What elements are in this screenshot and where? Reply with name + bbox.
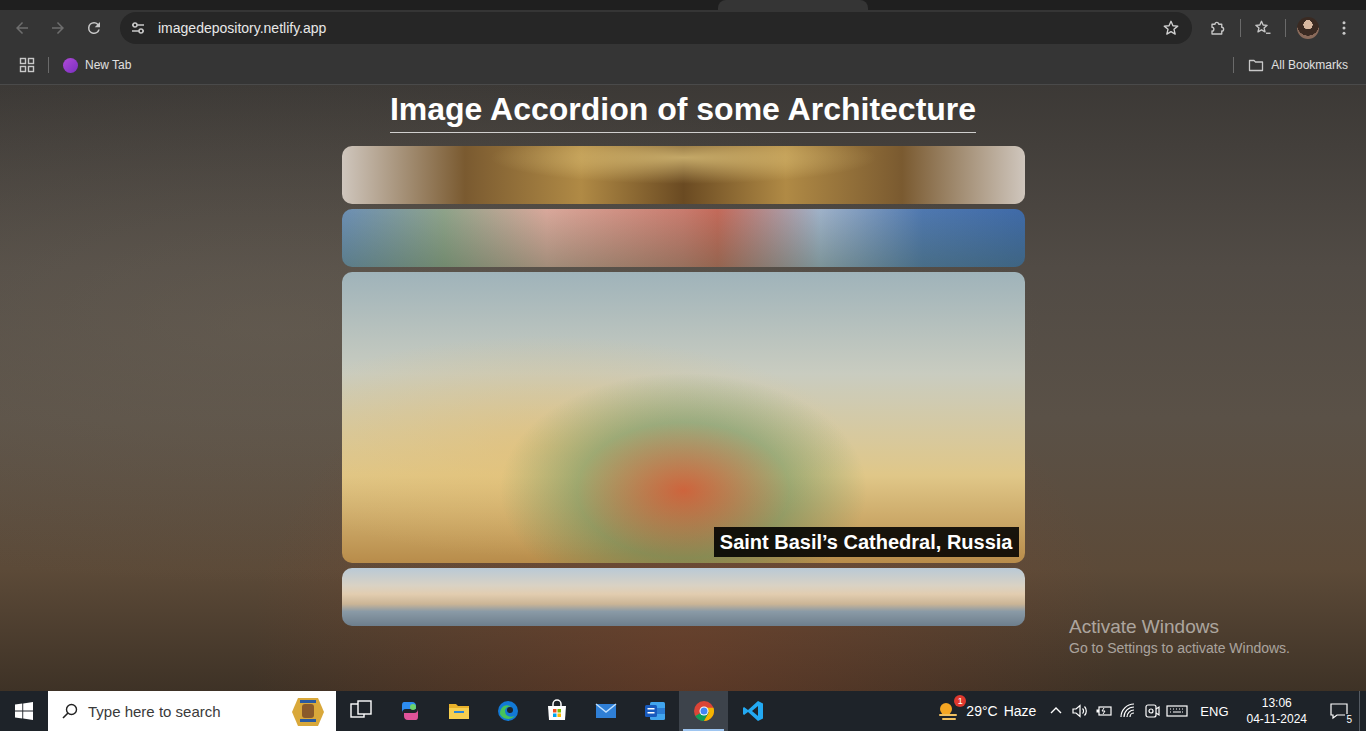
- reload-button[interactable]: [76, 12, 112, 44]
- input-language[interactable]: ENG: [1190, 691, 1238, 731]
- network-button[interactable]: [1116, 691, 1140, 731]
- chevron-up-icon: [1049, 704, 1063, 718]
- forward-arrow-icon: [49, 19, 67, 37]
- accordion-panel[interactable]: [342, 568, 1025, 626]
- windows-logo-icon: [15, 702, 33, 720]
- chrome-icon: [692, 699, 716, 723]
- taskbar-app[interactable]: [728, 691, 777, 731]
- watermark-title: Activate Windows: [1069, 615, 1309, 639]
- activation-watermark: Activate WindowsGo to Settings to activa…: [1069, 615, 1309, 657]
- back-arrow-icon: [13, 19, 31, 37]
- camera-icon: [1143, 702, 1161, 720]
- back-button[interactable]: [4, 12, 40, 44]
- clock-time: 13:06: [1262, 695, 1292, 711]
- weather-widget[interactable]: 129°C Haze: [928, 691, 1044, 731]
- menu-button[interactable]: [1326, 12, 1362, 44]
- touch-keyboard-button[interactable]: [1164, 691, 1190, 731]
- image-accordion: Saint Basil’s Cathedral, Russia: [342, 146, 1025, 626]
- taskbar: Type here to search129°CHazeENG13:0604-1…: [0, 691, 1366, 731]
- separator: [48, 57, 49, 73]
- apps-button[interactable]: [16, 54, 38, 76]
- taskbar-app[interactable]: [385, 691, 434, 731]
- screen: imagedepository.netlify.app New Tab All Bo…: [0, 0, 1366, 731]
- bookmark-label: New Tab: [85, 58, 131, 72]
- extensions-button[interactable]: [1200, 12, 1236, 44]
- panel-caption: Saint Basil’s Cathedral, Russia: [714, 527, 1019, 557]
- folder-icon: [1248, 57, 1264, 73]
- watermark-subtitle: Go to Settings to activate Windows.: [1069, 639, 1309, 657]
- taskbar-search[interactable]: Type here to search: [48, 691, 336, 731]
- more-vertical-icon: [1335, 19, 1353, 37]
- clock[interactable]: 13:0604-11-2024: [1239, 691, 1316, 731]
- store-icon: [545, 699, 569, 723]
- weather-badge: 1: [954, 695, 966, 707]
- separator: [1233, 57, 1234, 73]
- taskbar-app[interactable]: [630, 691, 679, 731]
- task-view-icon: [349, 699, 373, 723]
- temperature: 29°C: [966, 703, 997, 719]
- show-desktop[interactable]: [1359, 691, 1366, 731]
- page-title: Image Accordion of some Architecture: [390, 89, 976, 133]
- vscode-icon: [741, 699, 765, 723]
- taskbar-app[interactable]: [581, 691, 630, 731]
- forward-button[interactable]: [40, 12, 76, 44]
- system-tray: 129°CHazeENG13:0604-11-20245: [928, 691, 1366, 731]
- taskbar-app[interactable]: [532, 691, 581, 731]
- taskbar-app[interactable]: [483, 691, 532, 731]
- copilot-icon: [398, 699, 422, 723]
- search-placeholder: Type here to search: [88, 703, 270, 720]
- address-bar[interactable]: imagedepository.netlify.app: [120, 12, 1192, 44]
- profile-avatar-icon: [1297, 17, 1319, 39]
- tab-strip: [0, 0, 1366, 10]
- reload-icon: [85, 19, 103, 37]
- accordion-panel[interactable]: [342, 146, 1025, 204]
- apps-grid-icon: [19, 57, 35, 73]
- notification-center[interactable]: 5: [1319, 691, 1359, 731]
- web-page: Image Accordion of some Architecture Sain…: [0, 85, 1366, 691]
- volume-button[interactable]: [1068, 691, 1092, 731]
- search-icon: [62, 703, 78, 719]
- taskbar-app[interactable]: [679, 691, 728, 731]
- new-tab-favicon-icon: [63, 58, 78, 73]
- wifi-icon: [1119, 702, 1137, 720]
- bookmark-item[interactable]: New Tab: [59, 55, 135, 76]
- url-text[interactable]: imagedepository.netlify.app: [158, 20, 1150, 36]
- tab[interactable]: [718, 0, 868, 10]
- bookmarks-bar: New Tab All Bookmarks: [0, 46, 1366, 85]
- file-explorer-icon: [447, 699, 471, 723]
- speaker-icon: [1071, 702, 1089, 720]
- word-icon: [643, 699, 667, 723]
- profile-button[interactable]: [1290, 12, 1326, 44]
- puzzle-icon: [1209, 19, 1227, 37]
- show-hidden-icons[interactable]: [1044, 691, 1068, 731]
- taskbar-app[interactable]: [336, 691, 385, 731]
- keyboard-icon: [1166, 702, 1188, 720]
- separator: [1285, 19, 1286, 37]
- browser-toolbar: imagedepository.netlify.app: [0, 10, 1366, 46]
- star-list-icon: [1254, 19, 1272, 37]
- mail-icon: [594, 699, 618, 723]
- start-button[interactable]: [0, 691, 48, 731]
- bookmark-star-icon[interactable]: [1162, 19, 1180, 37]
- all-bookmarks-button[interactable]: All Bookmarks: [1244, 54, 1352, 76]
- battery-button[interactable]: [1092, 691, 1116, 731]
- meet-now-button[interactable]: [1140, 691, 1164, 731]
- separator: [1240, 19, 1241, 37]
- battery-icon: [1095, 702, 1113, 720]
- accordion-panel[interactable]: [342, 209, 1025, 267]
- bookmarks-button[interactable]: [1245, 12, 1281, 44]
- search-highlight-icon: [280, 694, 336, 728]
- edge-icon: [496, 699, 520, 723]
- clock-date: 04-11-2024: [1247, 711, 1308, 727]
- notification-count: 5: [1345, 714, 1353, 725]
- all-bookmarks-label: All Bookmarks: [1271, 58, 1348, 72]
- weather-condition: Haze: [1004, 703, 1037, 719]
- site-info-icon[interactable]: [130, 20, 146, 36]
- taskbar-app[interactable]: [434, 691, 483, 731]
- taskbar-apps: [336, 691, 777, 731]
- accordion-panel[interactable]: Saint Basil’s Cathedral, Russia: [342, 272, 1025, 563]
